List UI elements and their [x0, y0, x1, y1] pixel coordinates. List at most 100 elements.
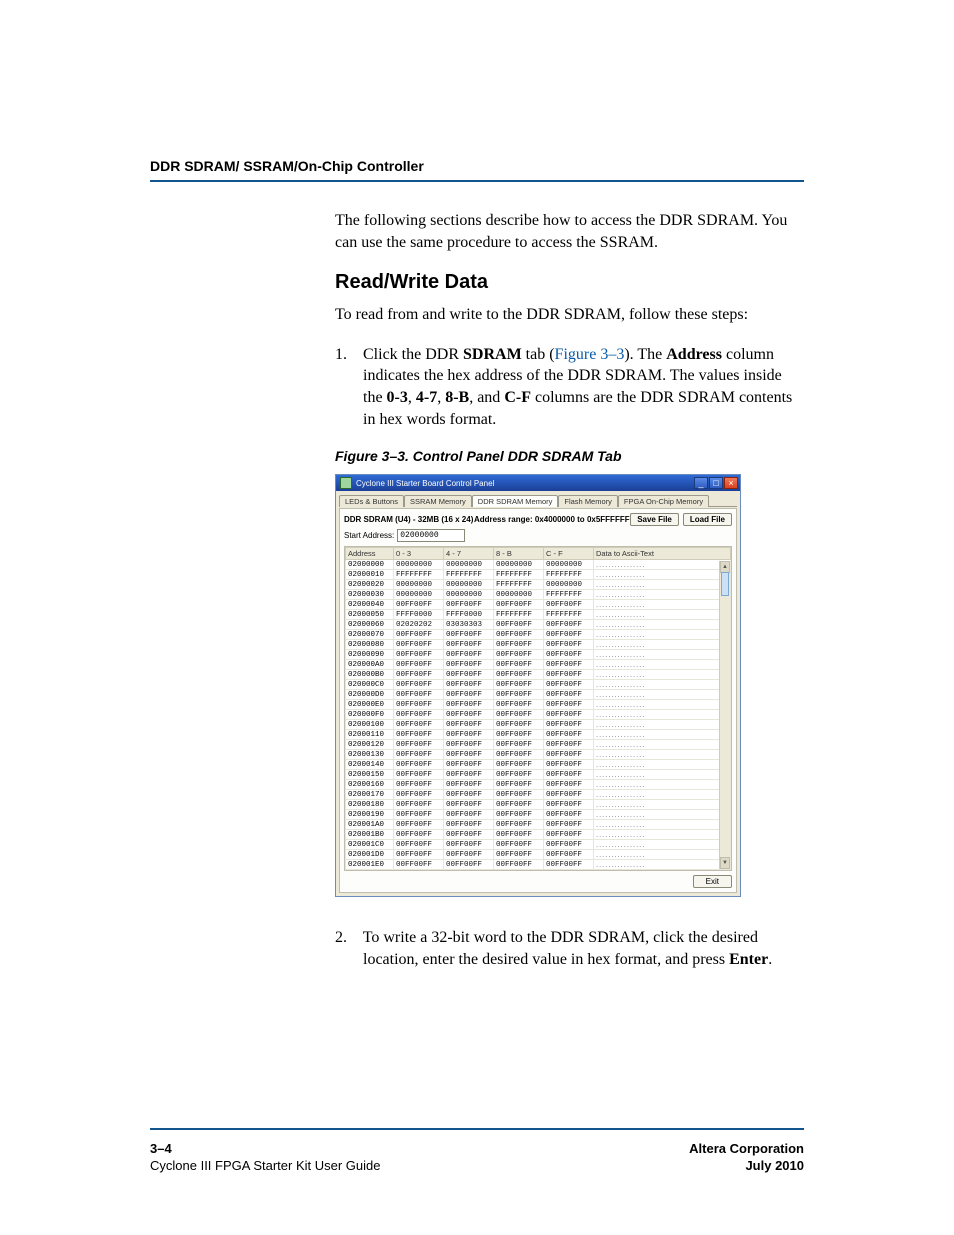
hex-data-cell[interactable]: 00FF00FF: [444, 630, 494, 640]
hex-data-cell[interactable]: 00000000: [394, 560, 444, 570]
hex-address-cell[interactable]: 02000130: [346, 750, 394, 760]
hex-data-cell[interactable]: 03030303: [444, 620, 494, 630]
hex-data-cell[interactable]: 00FF00FF: [444, 720, 494, 730]
hex-data-cell[interactable]: 00FF00FF: [544, 630, 594, 640]
hex-data-cell[interactable]: 00FF00FF: [394, 830, 444, 840]
hex-data-cell[interactable]: 00FF00FF: [544, 650, 594, 660]
minimize-button[interactable]: _: [694, 477, 708, 489]
hex-data-cell[interactable]: 00FF00FF: [444, 650, 494, 660]
hex-col-header[interactable]: 0 - 3: [394, 548, 444, 560]
tab-fpga-on-chip-memory[interactable]: FPGA On-Chip Memory: [618, 495, 709, 507]
hex-data-cell[interactable]: 00FF00FF: [444, 660, 494, 670]
hex-data-cell[interactable]: 00FF00FF: [544, 680, 594, 690]
hex-data-cell[interactable]: 00000000: [444, 580, 494, 590]
hex-address-cell[interactable]: 02000180: [346, 800, 394, 810]
hex-address-cell[interactable]: 02000080: [346, 640, 394, 650]
hex-data-cell[interactable]: 00FF00FF: [444, 760, 494, 770]
hex-data-cell[interactable]: 00000000: [444, 590, 494, 600]
hex-data-cell[interactable]: 00FF00FF: [444, 780, 494, 790]
hex-data-cell[interactable]: 00FF00FF: [444, 820, 494, 830]
hex-data-cell[interactable]: 00FF00FF: [494, 840, 544, 850]
hex-data-cell[interactable]: 00FF00FF: [494, 620, 544, 630]
hex-address-cell[interactable]: 020001A0: [346, 820, 394, 830]
hex-data-cell[interactable]: 00FF00FF: [444, 710, 494, 720]
hex-data-cell[interactable]: 00000000: [544, 580, 594, 590]
scrollbar[interactable]: ▲ ▼: [719, 561, 730, 869]
hex-data-cell[interactable]: 00FF00FF: [444, 850, 494, 860]
hex-data-cell[interactable]: 00FF00FF: [544, 830, 594, 840]
hex-data-cell[interactable]: 00FF00FF: [444, 640, 494, 650]
tab-ssram-memory[interactable]: SSRAM Memory: [404, 495, 472, 507]
hex-data-cell[interactable]: 00FF00FF: [544, 800, 594, 810]
hex-data-cell[interactable]: 00FF00FF: [444, 740, 494, 750]
hex-data-cell[interactable]: 00FF00FF: [494, 660, 544, 670]
hex-data-cell[interactable]: FFFFFFFF: [544, 610, 594, 620]
hex-data-cell[interactable]: 00FF00FF: [394, 630, 444, 640]
tab-leds-buttons[interactable]: LEDs & Buttons: [339, 495, 404, 507]
hex-data-cell[interactable]: 00FF00FF: [544, 700, 594, 710]
hex-data-cell[interactable]: 00FF00FF: [444, 670, 494, 680]
hex-data-cell[interactable]: 00FF00FF: [394, 640, 444, 650]
hex-data-cell[interactable]: 00FF00FF: [444, 700, 494, 710]
save-file-button[interactable]: Save File: [630, 513, 679, 526]
hex-address-cell[interactable]: 02000050: [346, 610, 394, 620]
hex-data-cell[interactable]: 00FF00FF: [444, 810, 494, 820]
hex-data-cell[interactable]: 00FF00FF: [494, 710, 544, 720]
hex-data-cell[interactable]: 00FF00FF: [444, 840, 494, 850]
hex-address-cell[interactable]: 02000100: [346, 720, 394, 730]
hex-data-cell[interactable]: 00FF00FF: [494, 770, 544, 780]
hex-data-cell[interactable]: 00000000: [394, 590, 444, 600]
hex-data-cell[interactable]: FFFFFFFF: [394, 570, 444, 580]
hex-data-cell[interactable]: FFFFFFFF: [494, 570, 544, 580]
hex-data-cell[interactable]: FFFFFFFF: [494, 610, 544, 620]
hex-data-cell[interactable]: 00FF00FF: [394, 840, 444, 850]
hex-data-cell[interactable]: 00FF00FF: [394, 770, 444, 780]
hex-data-cell[interactable]: 00FF00FF: [394, 600, 444, 610]
hex-data-cell[interactable]: 00FF00FF: [494, 810, 544, 820]
hex-data-cell[interactable]: 00FF00FF: [494, 730, 544, 740]
hex-data-cell[interactable]: 00FF00FF: [494, 790, 544, 800]
scroll-thumb[interactable]: [721, 572, 729, 596]
hex-data-cell[interactable]: 00000000: [394, 580, 444, 590]
hex-data-cell[interactable]: 00FF00FF: [494, 780, 544, 790]
hex-data-cell[interactable]: 00FF00FF: [494, 670, 544, 680]
hex-address-cell[interactable]: 020001D0: [346, 850, 394, 860]
hex-col-header[interactable]: 8 - B: [494, 548, 544, 560]
hex-address-cell[interactable]: 02000020: [346, 580, 394, 590]
hex-data-cell[interactable]: 00FF00FF: [494, 720, 544, 730]
hex-address-cell[interactable]: 02000190: [346, 810, 394, 820]
hex-data-cell[interactable]: FFFFFFFF: [444, 570, 494, 580]
hex-data-cell[interactable]: 00FF00FF: [394, 790, 444, 800]
hex-data-cell[interactable]: 00FF00FF: [544, 840, 594, 850]
tab-ddr-sdram-memory[interactable]: DDR SDRAM Memory: [472, 495, 559, 507]
figure-3-3-link[interactable]: Figure 3–3: [555, 346, 625, 363]
scroll-down-icon[interactable]: ▼: [720, 857, 730, 869]
hex-address-cell[interactable]: 02000090: [346, 650, 394, 660]
start-address-input[interactable]: [397, 529, 465, 542]
hex-data-cell[interactable]: 00FF00FF: [394, 670, 444, 680]
hex-address-cell[interactable]: 02000110: [346, 730, 394, 740]
hex-data-cell[interactable]: 00FF00FF: [494, 600, 544, 610]
hex-data-cell[interactable]: 00FF00FF: [544, 660, 594, 670]
load-file-button[interactable]: Load File: [683, 513, 732, 526]
hex-data-cell[interactable]: 00FF00FF: [444, 680, 494, 690]
hex-address-cell[interactable]: 02000040: [346, 600, 394, 610]
close-button[interactable]: ×: [724, 477, 738, 489]
hex-data-cell[interactable]: 00FF00FF: [494, 680, 544, 690]
hex-data-cell[interactable]: 00FF00FF: [394, 680, 444, 690]
hex-address-cell[interactable]: 020000A0: [346, 660, 394, 670]
titlebar[interactable]: Cyclone III Starter Board Control Panel …: [336, 475, 740, 491]
hex-data-cell[interactable]: 00FF00FF: [544, 690, 594, 700]
hex-data-cell[interactable]: 00000000: [494, 560, 544, 570]
hex-data-cell[interactable]: 00FF00FF: [494, 640, 544, 650]
hex-data-cell[interactable]: 00FF00FF: [544, 820, 594, 830]
hex-address-cell[interactable]: 02000120: [346, 740, 394, 750]
hex-data-cell[interactable]: 00FF00FF: [544, 670, 594, 680]
hex-data-cell[interactable]: 00FF00FF: [544, 860, 594, 870]
hex-address-cell[interactable]: 02000000: [346, 560, 394, 570]
hex-data-cell[interactable]: 00FF00FF: [494, 700, 544, 710]
hex-data-cell[interactable]: 00FF00FF: [494, 830, 544, 840]
hex-data-cell[interactable]: FFFF0000: [394, 610, 444, 620]
hex-data-cell[interactable]: 00FF00FF: [544, 770, 594, 780]
tab-flash-memory[interactable]: Flash Memory: [558, 495, 618, 507]
